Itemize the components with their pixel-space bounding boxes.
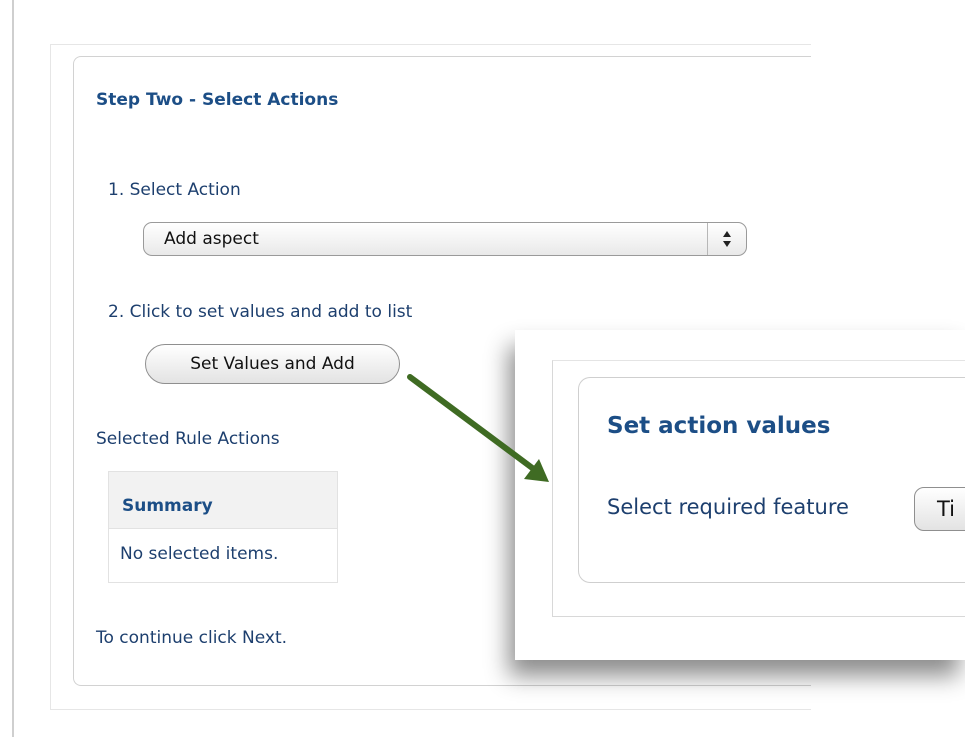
arrow-icon — [407, 374, 549, 482]
